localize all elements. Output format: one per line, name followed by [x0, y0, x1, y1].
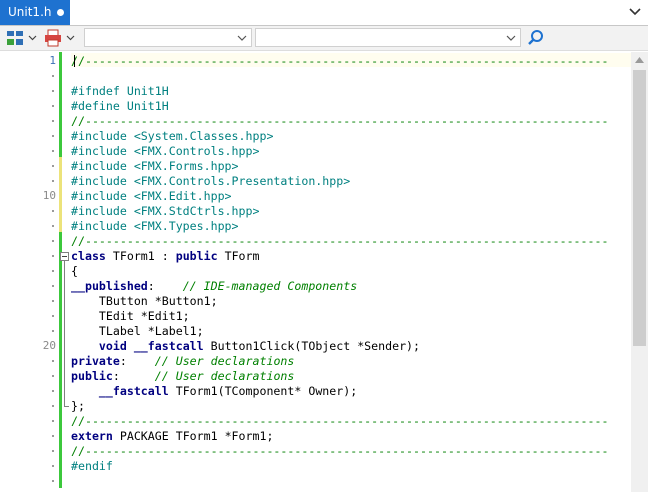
gutter-dot	[52, 135, 54, 137]
gutter-dot	[52, 390, 54, 392]
code-line: #include <FMX.Edit.hpp>	[71, 189, 232, 203]
gutter-dot	[52, 450, 54, 452]
code-line: TButton *Button1;	[71, 294, 218, 308]
text-cursor	[74, 55, 75, 67]
gutter-dot	[52, 90, 54, 92]
unsaved-change-bar	[59, 157, 62, 232]
saved-change-bar	[59, 232, 62, 488]
code-line: {	[71, 264, 78, 278]
code-line: //--------------------------------------…	[71, 414, 609, 428]
chevron-down-icon[interactable]	[505, 32, 517, 44]
gutter-dot	[52, 480, 54, 482]
method-combo[interactable]	[255, 28, 521, 47]
gutter-dot	[52, 405, 54, 407]
code-line: #include <System.Classes.hpp>	[71, 129, 274, 143]
gutter-dot	[52, 360, 54, 362]
tab-unit1-h[interactable]: Unit1.h	[0, 0, 70, 25]
gutter-dot	[52, 255, 54, 257]
line-number: 20	[42, 339, 56, 352]
code-line: //--------------------------------------…	[71, 54, 609, 68]
code-line: #include <FMX.Controls.hpp>	[71, 144, 260, 158]
gutter-dot	[52, 315, 54, 317]
modified-dot-icon	[57, 9, 64, 16]
fold-guide-end	[64, 406, 69, 407]
code-line: #include <FMX.Types.hpp>	[71, 219, 239, 233]
editor-toolbar	[0, 26, 648, 51]
tab-title: Unit1.h	[8, 5, 52, 19]
gutter-dot	[52, 330, 54, 332]
line-number: 10	[42, 189, 56, 202]
code-line: public: // User declarations	[71, 369, 295, 383]
class-combo[interactable]	[84, 28, 252, 47]
tab-bar: Unit1.h	[0, 0, 648, 26]
code-line: __published: // IDE-managed Components	[71, 279, 358, 293]
gutter-dot	[52, 435, 54, 437]
gutter-dot	[52, 105, 54, 107]
code-line: private: // User declarations	[71, 354, 295, 368]
gutter-dot	[52, 300, 54, 302]
fold-toggle[interactable]	[60, 252, 69, 261]
chevron-down-icon[interactable]	[28, 33, 37, 42]
editor-gutter: 1 10 20	[0, 52, 60, 492]
gutter-dot	[52, 240, 54, 242]
chevron-down-icon[interactable]	[236, 32, 248, 44]
code-line: TEdit *Edit1;	[71, 309, 190, 323]
code-line: #define Unit1H	[71, 99, 169, 113]
gutter-dot	[52, 180, 54, 182]
code-line: //--------------------------------------…	[71, 114, 609, 128]
saved-change-bar	[59, 52, 62, 157]
search-icon[interactable]	[526, 28, 546, 48]
vertical-scrollbar[interactable]	[631, 52, 648, 492]
code-line: void __fastcall Button1Click(TObject *Se…	[98, 339, 421, 353]
code-line: //--------------------------------------…	[71, 444, 609, 458]
code-line: TLabel *Label1;	[71, 324, 204, 338]
fold-guide	[64, 261, 65, 407]
code-line: #include <FMX.StdCtrls.hpp>	[71, 204, 260, 218]
gutter-dot	[52, 210, 54, 212]
code-line: #include <FMX.Forms.hpp>	[71, 159, 239, 173]
gutter-dot	[52, 150, 54, 152]
code-line: class TForm1 : public TForm	[71, 249, 260, 263]
line-number: 1	[49, 54, 56, 67]
code-line: __fastcall TForm1(TComponent* Owner);	[98, 384, 358, 398]
code-line: #endif	[71, 459, 113, 473]
gutter-dot	[52, 75, 54, 77]
code-line: //--------------------------------------…	[71, 234, 609, 248]
gutter-dot	[52, 225, 54, 227]
gutter-dot	[52, 270, 54, 272]
gutter-dot	[52, 285, 54, 287]
code-editor[interactable]: //--------------------------------------…	[71, 52, 631, 492]
gutter-dot	[52, 465, 54, 467]
gutter-dot	[52, 420, 54, 422]
print-icon[interactable]	[44, 29, 62, 47]
chevron-down-icon[interactable]	[66, 33, 75, 42]
gutter-dot	[52, 375, 54, 377]
gutter-dot	[52, 165, 54, 167]
scrollbar-thumb[interactable]	[633, 70, 646, 346]
structure-view-icon[interactable]	[6, 29, 24, 47]
gutter-dot	[52, 120, 54, 122]
code-line: };	[71, 399, 85, 413]
code-line: extern PACKAGE TForm1 *Form1;	[71, 429, 274, 443]
code-line: #include <FMX.Controls.Presentation.hpp>	[71, 174, 351, 188]
code-line: #ifndef Unit1H	[71, 84, 169, 98]
scroll-up-icon[interactable]	[635, 57, 644, 63]
chevron-down-icon[interactable]	[628, 5, 642, 19]
